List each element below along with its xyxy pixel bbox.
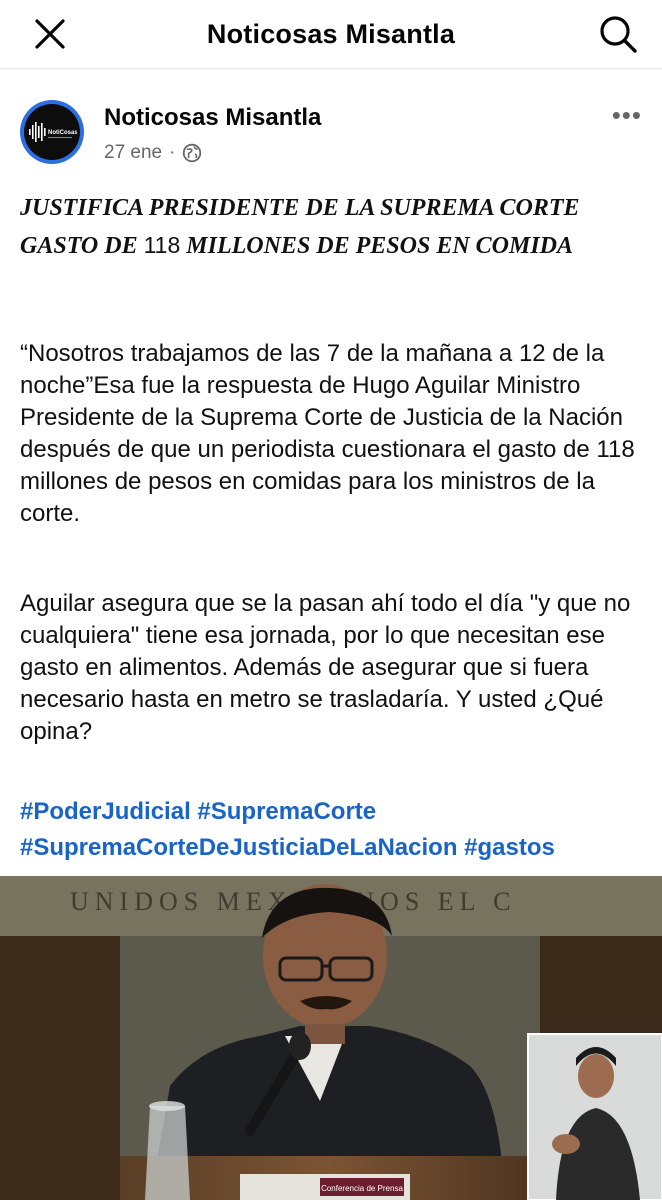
post-header: NotiCosas Noticosas Misantla 27 ene · ••… <box>0 84 662 180</box>
more-icon[interactable]: ••• <box>612 102 642 128</box>
close-icon[interactable] <box>30 14 70 54</box>
page-title: Noticosas Misantla <box>206 18 456 49</box>
post-date[interactable]: 27 ene <box>104 142 162 164</box>
post-page-name[interactable]: Noticosas Misantla <box>104 104 321 132</box>
post-paragraph-1: “Nosotros trabajamos de las 7 de la maña… <box>20 340 635 527</box>
headline-part2: MILLONES DE PESOS EN COMIDA <box>180 233 574 259</box>
globe-icon <box>183 143 202 163</box>
top-bar: Noticosas Misantla <box>0 0 662 68</box>
search-icon[interactable] <box>596 12 640 56</box>
header-divider <box>0 68 662 69</box>
hashtag-link[interactable]: #SupremaCorte <box>197 798 376 825</box>
avatar[interactable]: NotiCosas <box>20 100 84 164</box>
hashtag-link[interactable]: #SupremaCorteDeJusticiaDeLaNacion <box>20 834 457 861</box>
meta-separator: · <box>169 142 176 163</box>
hashtag-link[interactable]: #PoderJudicial <box>20 798 191 825</box>
hashtag-link[interactable]: #gastos <box>464 834 555 861</box>
svg-text:NotiCosas: NotiCosas <box>48 130 77 136</box>
logo-waveform-icon: NotiCosas <box>29 122 77 142</box>
banner-label: Conferencia de Prensa <box>321 1184 403 1193</box>
press-conference-photo: UNIDOS MEXICANOS EL C Conferencia de Pre… <box>0 876 662 1200</box>
post-meta: 27 ene · <box>104 142 202 164</box>
post-image[interactable]: UNIDOS MEXICANOS EL C Conferencia de Pre… <box>0 876 662 1200</box>
avatar-logo: NotiCosas <box>24 104 80 160</box>
headline-number: 118 <box>143 232 181 258</box>
post-paragraph-2: Aguilar asegura que se la pasan ahí todo… <box>20 590 631 745</box>
post-hashtags: #PoderJudicial #SupremaCorte #SupremaCor… <box>20 794 650 866</box>
post-headline: JUSTIFICA PRESIDENTE DE LA SUPREMA CORTE… <box>20 190 642 265</box>
